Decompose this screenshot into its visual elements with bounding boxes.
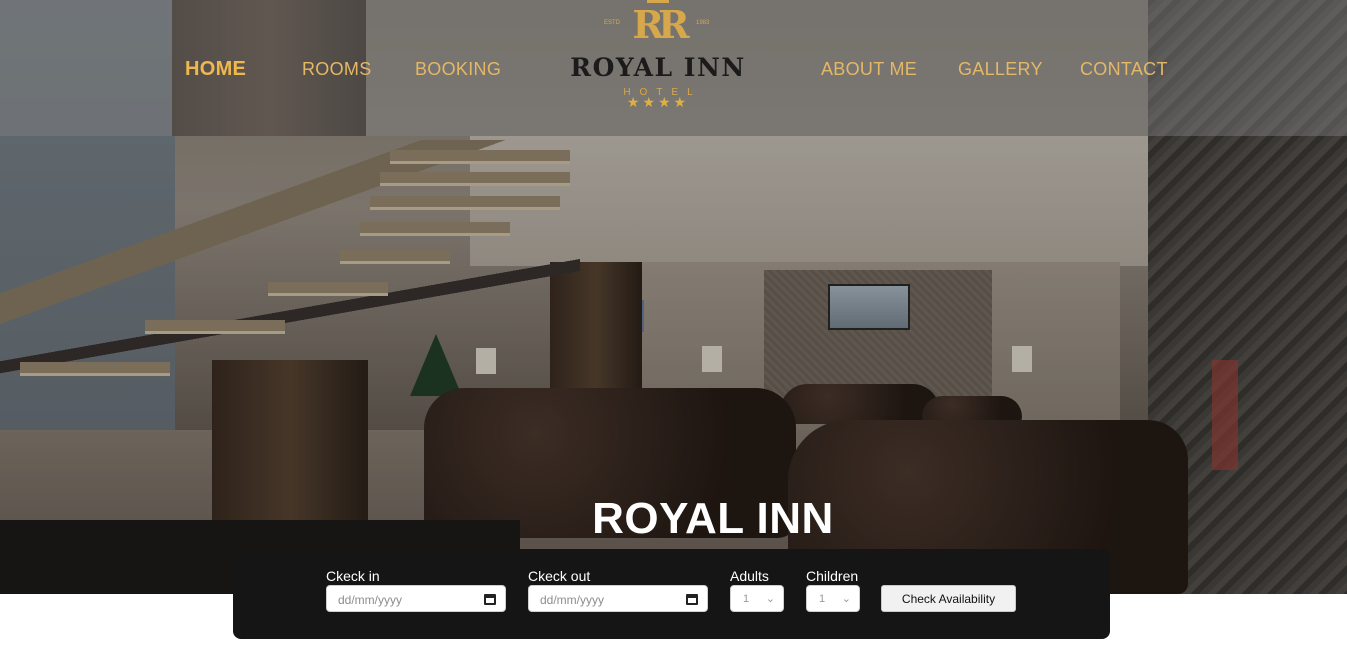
nav-link-booking[interactable]: BOOKING xyxy=(415,59,501,80)
nav-link-rooms[interactable]: ROOMS xyxy=(302,59,372,80)
adults-label: Adults xyxy=(730,568,769,584)
hero-title: ROYAL INN xyxy=(592,494,834,543)
children-select[interactable]: 1 ⌄ xyxy=(806,585,860,612)
logo-monogram: RR xyxy=(632,2,689,47)
checkout-label: Ckeck out xyxy=(528,568,591,584)
checkout-date-input[interactable]: dd/mm/yyyy xyxy=(528,585,708,612)
adults-value: 1 xyxy=(743,593,750,605)
nav-link-contact[interactable]: CONTACT xyxy=(1080,59,1168,80)
chevron-down-icon: ⌄ xyxy=(765,593,775,605)
nav-link-home[interactable]: HOME xyxy=(185,58,246,81)
booking-form: Ckeck in dd/mm/yyyy Ckeck out dd/mm/yyyy… xyxy=(233,549,1110,639)
check-availability-button[interactable]: Check Availability xyxy=(881,585,1016,612)
calendar-icon[interactable] xyxy=(484,594,496,605)
adults-select[interactable]: 1 ⌄ xyxy=(730,585,784,612)
children-label: Children xyxy=(806,568,859,584)
checkout-placeholder: dd/mm/yyyy xyxy=(540,593,605,607)
nav-link-about[interactable]: ABOUT ME xyxy=(821,59,917,80)
children-value: 1 xyxy=(819,593,826,605)
nav-link-gallery[interactable]: GALLERY xyxy=(958,59,1043,80)
hotel-logo[interactable]: ESTD 1983 RR ROYAL INN HOTEL ★★★★ xyxy=(560,0,756,120)
top-navigation: HOME ROOMS BOOKING ESTD 1983 RR ROYAL IN… xyxy=(0,0,1347,136)
checkin-label: Ckeck in xyxy=(326,568,380,584)
checkin-placeholder: dd/mm/yyyy xyxy=(338,593,403,607)
star-rating-icon: ★★★★ xyxy=(626,95,690,111)
checkin-date-input[interactable]: dd/mm/yyyy xyxy=(326,585,506,612)
calendar-icon[interactable] xyxy=(686,594,698,605)
chevron-down-icon: ⌄ xyxy=(841,593,851,605)
logo-name: ROYAL INN xyxy=(570,53,746,82)
